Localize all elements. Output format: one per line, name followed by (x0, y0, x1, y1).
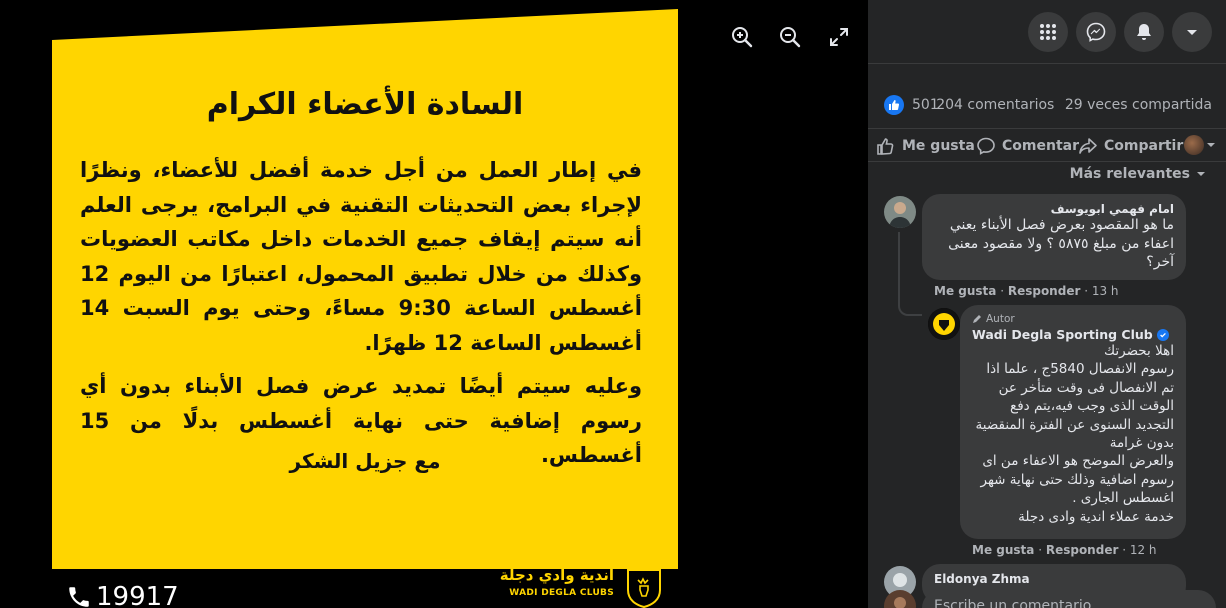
author-badge-label: Autor (986, 313, 1015, 325)
hotline-text: 19917 (96, 582, 179, 608)
zoom-in-icon (732, 27, 753, 48)
comment-author-name: Wadi Degla Sporting Club (972, 327, 1153, 342)
avatar (1184, 135, 1204, 155)
comment-text: اهلا بحضرتك رسوم الانفصال 5840ج ، علما ا… (975, 343, 1174, 525)
avatar (884, 590, 916, 608)
share-label: Compartir (1104, 138, 1184, 154)
comment-meta: Me gusta · Responder · 13 h (934, 284, 1119, 298)
comment-like-link[interactable]: Me gusta (972, 543, 1034, 557)
zoom-out-button[interactable] (777, 24, 803, 50)
comment-time[interactable]: 12 h (1130, 543, 1157, 557)
messenger-icon (1086, 22, 1106, 42)
comment-meta: Me gusta · Responder · 12 h (972, 543, 1157, 557)
poster-paragraph: في إطار العمل من أجل خدمة أفضل للأعضاء، … (80, 158, 642, 355)
brand-name-english: WADI DEGLA CLUBS (509, 588, 614, 598)
comments-count[interactable]: 204 comentarios (936, 97, 1054, 113)
sort-label: Más relevantes (1069, 166, 1190, 182)
comment-composer: Escribe un comentario... (868, 584, 1226, 608)
verified-badge-icon (1156, 328, 1169, 341)
reply-thread-line (898, 232, 922, 316)
comment-sort-dropdown[interactable]: Más relevantes (1070, 166, 1206, 182)
chevron-down-icon (1207, 143, 1215, 147)
fullscreen-icon (830, 28, 848, 46)
comment-bubble: امام فهمي ابويوسف ما هو المقصود بعرض فصل… (922, 194, 1186, 280)
comment-icon (977, 137, 995, 155)
zoom-out-icon (780, 27, 801, 48)
notifications-button[interactable] (1124, 12, 1164, 52)
post-actions: Me gusta Comentar Compartir (868, 128, 1226, 162)
comment-bubble: Autor Wadi Degla Sporting Club اهلا بحضر… (960, 305, 1186, 539)
comment-button[interactable]: Comentar (976, 133, 1079, 159)
hotline-number: 19917 (66, 582, 179, 608)
comment-time[interactable]: 13 h (1092, 284, 1119, 298)
likes-count[interactable]: 501 (912, 97, 939, 113)
comment-label: Comentar (1002, 138, 1079, 154)
comment-reply-link[interactable]: Responder (1046, 543, 1119, 557)
brand-name-arabic: أندية وادي دجلة (499, 566, 614, 584)
page-avatar[interactable] (928, 308, 960, 340)
account-menu-button[interactable] (1172, 12, 1212, 52)
comment-author[interactable]: Wadi Degla Sporting Club (972, 327, 1174, 342)
shares-count[interactable]: 29 veces compartida (1065, 97, 1212, 113)
notifications-icon (1137, 24, 1151, 40)
comment-author[interactable]: امام فهمي ابويوسف (934, 202, 1174, 216)
thumbs-up-icon (877, 138, 894, 155)
fullscreen-button[interactable] (826, 24, 852, 50)
wadi-degla-logo (627, 569, 661, 608)
phone-icon (69, 587, 89, 607)
share-icon (1079, 138, 1097, 154)
commenter-avatar[interactable] (884, 196, 916, 228)
like-button[interactable]: Me gusta (876, 133, 975, 159)
poster-title: السادة الأعضاء الكرام (206, 87, 524, 122)
comment-input[interactable]: Escribe un comentario... (922, 590, 1216, 608)
author-badge: Autor (972, 313, 1174, 325)
comment-reply-link[interactable]: Responder (1008, 284, 1081, 298)
like-label: Me gusta (902, 138, 975, 154)
like-reaction-icon (884, 95, 904, 115)
brand-block: أندية وادي دجلة WADI DEGLA CLUBS (498, 566, 668, 608)
top-bar (868, 0, 1226, 64)
post-sidebar: 501 204 comentarios 29 veces compartida … (868, 0, 1226, 608)
poster-closing: مع جزيل الشكر (289, 449, 441, 473)
zoom-in-button[interactable] (729, 24, 755, 50)
menu-button[interactable] (1028, 12, 1068, 52)
announcement-poster: السادة الأعضاء الكرام في إطار العمل من أ… (52, 9, 678, 569)
share-as-selector[interactable] (1184, 135, 1216, 155)
comment-like-link[interactable]: Me gusta (934, 284, 996, 298)
comment-text: ما هو المقصود بعرض فصل الأبناء يعني اعفا… (948, 217, 1174, 270)
account-chevron-icon (1187, 30, 1197, 35)
poster-body: في إطار العمل من أجل خدمة أفضل للأعضاء، … (80, 153, 642, 473)
photo-viewer: السادة الأعضاء الكرام في إطار العمل من أ… (0, 0, 868, 608)
pencil-icon (973, 315, 981, 323)
share-button[interactable]: Compartir (1078, 133, 1183, 159)
menu-grid-icon (1040, 24, 1056, 40)
post-stats: 501 204 comentarios 29 veces compartida (868, 92, 1226, 122)
messenger-button[interactable] (1076, 12, 1116, 52)
chevron-down-icon (1197, 172, 1205, 176)
